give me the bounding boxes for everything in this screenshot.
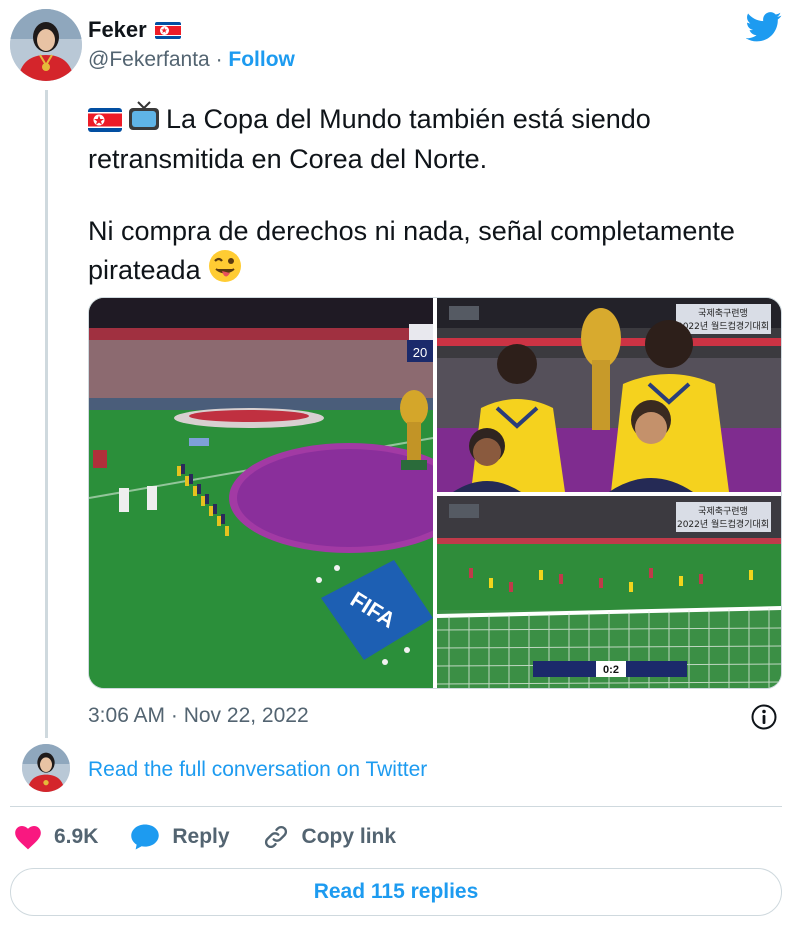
broadcast-caption-line-2: 2022년 월드컵경기대회 [677,320,769,332]
handle-row: @Fekerfanta · Follow [88,48,295,72]
tweet-paragraph-1-text: La Copa del Mundo también está siendo re… [88,104,651,174]
reply-button[interactable]: Reply [130,823,230,851]
copy-link-label: Copy link [301,825,397,848]
heart-icon [15,826,41,850]
separator-dot: · [215,48,223,71]
match-caption-line-1: 국제축구련맹 [698,506,748,517]
match-broadcast-photo[interactable]: 국제축구련맹 2022년 월드컵경기대회 0:2 [436,496,782,689]
tweet-paragraph-1: La Copa del Mundo también está siendo re… [88,100,778,177]
television-icon [128,100,160,141]
avatar-photo-small [22,744,70,792]
reply-label: Reply [172,825,230,848]
tweet-text: La Copa del Mundo también está siendo re… [88,100,778,292]
tweet-timestamp[interactable]: 3:06 AM · Nov 22, 2022 [88,704,309,728]
broadcast-caption-line-1: 국제축구련맹 [698,308,748,319]
author-name-row[interactable]: Feker ★ [88,17,181,43]
match-score: 0:2 [603,664,619,676]
tweet-actions: 6.9K Reply Copy link [14,823,428,851]
author-avatar-small[interactable] [22,744,70,792]
winking-face-with-tongue-icon [208,249,242,292]
follow-button[interactable]: Follow [228,48,295,71]
match-caption-line-2: 2022년 월드컵경기대회 [677,518,769,530]
author-handle[interactable]: @Fekerfanta [88,48,210,71]
flag-north-korea-icon [88,105,122,141]
info-icon[interactable] [750,703,778,731]
tweet-paragraph-2-text: Ni compra de derechos ni nada, señal com… [88,216,735,285]
media-grid[interactable]: 20 FIFA 국제축구련맹 2022년 월드컵경기대회 국제축구련맹 2022… [88,297,782,689]
twitter-bird-icon[interactable] [746,12,782,42]
avatar-photo [10,9,82,81]
stadium-ceremony-photo[interactable]: 20 FIFA [89,298,469,689]
reply-bubble-icon [131,824,160,850]
read-conversation-link[interactable]: Read the full conversation on Twitter [88,758,427,782]
thread-connector [45,90,48,738]
tweet-paragraph-2: Ni compra de derechos ni nada, señal com… [88,213,778,292]
flag-north-korea-icon: ★ [154,21,181,39]
anthem-players-photo[interactable]: 국제축구련맹 2022년 월드컵경기대회 [437,298,782,492]
author-avatar[interactable] [10,9,82,81]
like-count: 6.9K [54,825,99,848]
author-name[interactable]: Feker [88,17,147,43]
like-button[interactable]: 6.9K [14,824,98,850]
copy-link-button[interactable]: Copy link [262,823,397,851]
actions-divider [10,806,782,807]
link-icon [264,825,287,849]
read-replies-button[interactable]: Read 115 replies [10,868,782,916]
stadium-overlay-number: 20 [413,345,427,360]
